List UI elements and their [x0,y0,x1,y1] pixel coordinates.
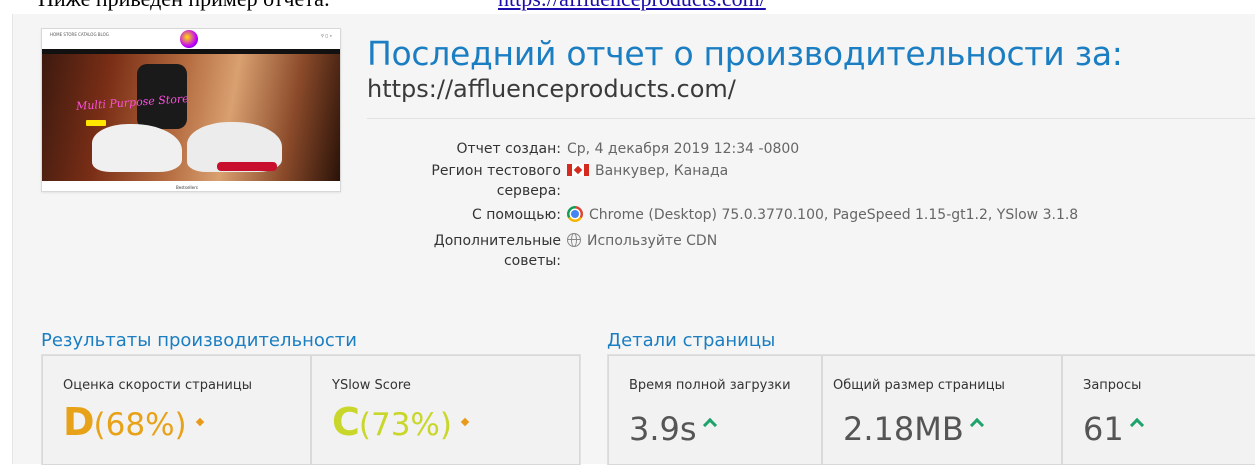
thumb-nav-links: HOME STORE CATALOG BLOG [50,32,109,37]
thumb-logo-icon [180,30,198,48]
requests-value: 61 [1083,410,1124,448]
load-time-card[interactable]: Время полной загрузки 3.9s [608,355,822,465]
load-time-value-wrap: 3.9s [629,410,717,448]
detail-label: Дополнительные советы: [433,233,561,269]
detail-label: Отчет создан: [456,141,561,157]
yslow-percent: (73%) [358,407,452,443]
page-details-heading: Детали страницы [607,330,776,351]
performance-panel: Оценка скорости страницы D(68%) YSlow Sc… [41,354,581,465]
yslow-label: YSlow Score [332,378,411,393]
diamond-icon [195,417,204,427]
cdn-tip-link[interactable]: Используйте CDN [587,233,717,249]
title-divider [367,118,1255,119]
up-arrow-icon [969,417,984,433]
yslow-value: C(73%) [332,400,470,444]
pagespeed-grade: D [63,400,95,444]
detail-value-wrap: Ванкувер, Канада [567,161,728,181]
load-time-label: Время полной загрузки [629,378,791,393]
page-size-card[interactable]: Общий размер страницы 2.18MB [822,355,1062,465]
thumb-nav-icons: ⚲ ◻ ⌕ [320,33,332,38]
up-arrow-icon [702,417,717,433]
cropped-top-strip: Ниже приведен пример отчета: https://aff… [0,0,1255,12]
gtmetrix-report: HOME STORE CATALOG BLOG ⚲ ◻ ⌕ Multi Purp… [23,14,1255,465]
up-arrow-icon [1129,417,1144,433]
chrome-icon [567,206,583,222]
detail-label: С помощью: [471,207,561,223]
detail-value-wrap: Chrome (Desktop) 75.0.3770.100, PageSpee… [567,205,1078,225]
requests-value-wrap: 61 [1083,410,1144,448]
thumb-footer-text: Bestsellers [176,185,198,190]
thumb-footer: Bestsellers [42,181,340,191]
requests-label: Запросы [1083,378,1142,393]
thumb-nav: HOME STORE CATALOG BLOG ⚲ ◻ ⌕ [42,29,340,48]
thumb-shoe-sole [217,162,277,171]
report-title: Последний отчет о производительности за: [367,34,1123,73]
detail-label: Регион тестового сервера: [431,163,561,199]
cropped-url-link[interactable]: https://affluenceproducts.com/ [498,0,766,12]
detail-value: Ср, 4 декабря 2019 12:34 -0800 [567,141,800,157]
detail-value-wrap[interactable]: Используйте CDN [567,231,717,251]
thumb-shoe-left [92,124,182,172]
pagespeed-label: Оценка скорости страницы [63,378,252,393]
pagespeed-percent: (68%) [93,407,187,443]
yslow-score-card[interactable]: YSlow Score C(73%) [311,355,580,465]
page-size-value: 2.18MB [843,410,964,448]
canada-flag-icon [567,164,589,176]
page-details-panel: Время полной загрузки 3.9s Общий размер … [607,354,1255,465]
thumb-hero-button [86,120,106,126]
page-size-value-wrap: 2.18MB [843,410,984,448]
report-frame: HOME STORE CATALOG BLOG ⚲ ◻ ⌕ Multi Purp… [12,14,1255,465]
detail-value: Ванкувер, Канада [595,163,729,179]
yslow-grade: C [332,400,360,444]
globe-icon [567,233,581,247]
page-size-label: Общий размер страницы [833,378,1005,393]
performance-heading: Результаты производительности [41,330,357,351]
thumb-hero-image: Multi Purpose Store [42,54,340,181]
diamond-icon [460,417,470,427]
detail-value: Chrome (Desktop) 75.0.3770.100, PageSpee… [589,207,1079,223]
pagespeed-value: D(68%) [63,400,204,444]
cropped-intro-text: Ниже приведен пример отчета: [38,0,330,12]
pagespeed-score-card[interactable]: Оценка скорости страницы D(68%) [42,355,311,465]
requests-card[interactable]: Запросы 61 [1062,355,1255,465]
site-screenshot-thumbnail: HOME STORE CATALOG BLOG ⚲ ◻ ⌕ Multi Purp… [41,28,341,192]
report-url: https://affluenceproducts.com/ [367,75,736,103]
load-time-value: 3.9s [629,410,697,448]
